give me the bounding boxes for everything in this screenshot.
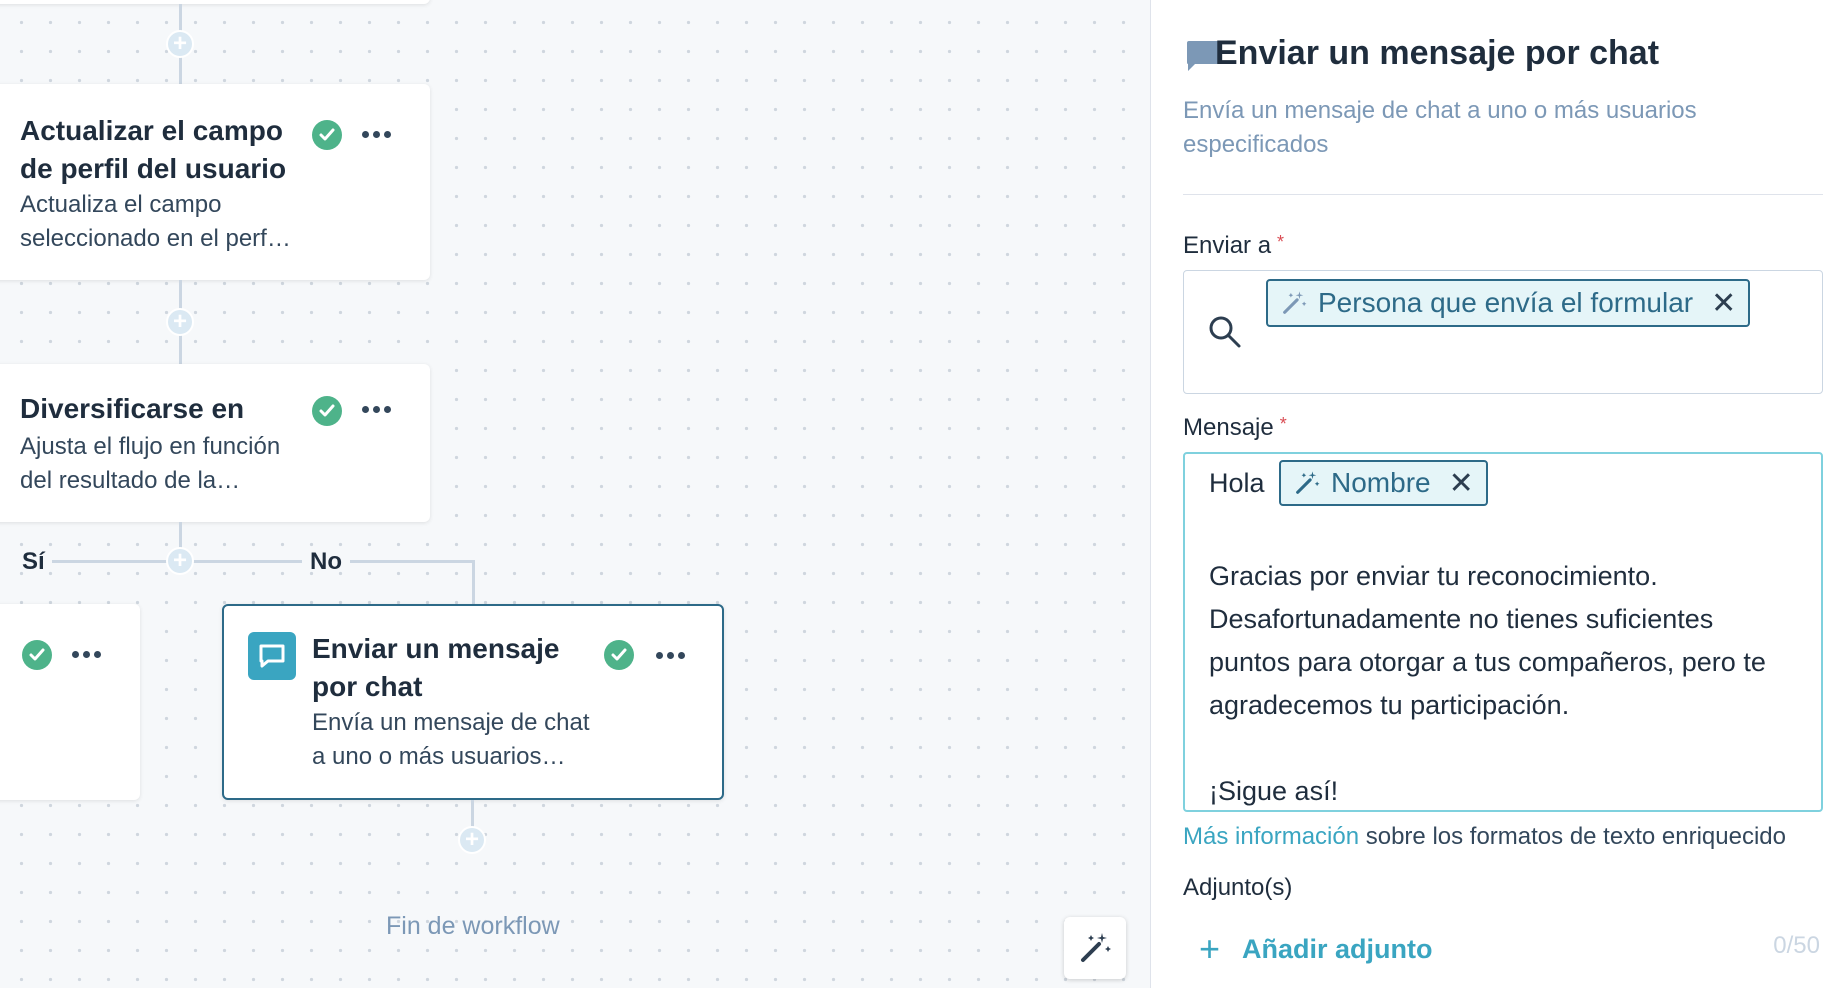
required-marker: * <box>1279 414 1287 434</box>
message-line: Desafortunadamente no tienes suficientes <box>1209 604 1714 634</box>
card-description: Ajusta el flujo en función del resultado… <box>20 433 281 494</box>
workflow-canvas[interactable]: + Actualizar el campo de perfil del usua… <box>0 0 1150 988</box>
check-icon <box>312 120 342 150</box>
end-of-workflow-label: Fin de workflow <box>386 912 560 940</box>
branch-label-yes: Sí <box>22 548 45 575</box>
magic-wand-icon <box>1081 933 1111 962</box>
message-line: Gracias por enviar tu reconocimiento. <box>1209 561 1658 591</box>
more-options-icon[interactable] <box>72 651 101 658</box>
add-step-button[interactable]: + <box>166 30 194 58</box>
branch-line <box>472 560 475 604</box>
name-token[interactable]: Nombre ✕ <box>1279 460 1488 506</box>
add-step-button[interactable]: + <box>166 308 194 336</box>
search-icon <box>1209 316 1241 348</box>
recipient-token-label: Persona que envía el formular <box>1318 287 1694 318</box>
chat-icon <box>248 632 296 680</box>
card-title: Enviar un mensaje por chat <box>312 633 560 702</box>
workflow-card-branch[interactable]: Diversificarse en Ajusta el flujo en fun… <box>0 364 430 522</box>
workflow-card-update-profile[interactable]: Actualizar el campo de perfil del usuari… <box>0 84 430 280</box>
card-title: Diversificarse en <box>20 393 245 424</box>
branch-label-no: No <box>310 548 342 575</box>
message-line: agradecemos tu participación. <box>1209 690 1570 720</box>
step-settings-panel: Enviar un mensaje por chat Envía un mens… <box>1150 0 1842 988</box>
help-text: sobre los formatos de texto enriquecido <box>1365 823 1786 850</box>
plus-icon: + <box>1199 928 1221 969</box>
remove-token-icon[interactable]: ✕ <box>1449 466 1474 501</box>
panel-description: Envía un mensaje de chat a uno o más usu… <box>1183 97 1697 158</box>
message-line: puntos para otorgar a tus compañeros, pe… <box>1209 647 1766 677</box>
panel-title: Enviar un mensaje por chat <box>1215 34 1660 72</box>
send-to-label: Enviar a * <box>1183 232 1285 259</box>
magic-wand-icon <box>1293 469 1321 497</box>
divider <box>1183 194 1823 195</box>
card-title: Actualizar el campo de perfil del usuari… <box>20 115 287 184</box>
name-token-label: Nombre <box>1331 467 1431 498</box>
required-marker: * <box>1277 232 1285 252</box>
more-options-icon[interactable] <box>362 131 391 138</box>
attachments-label: Adjunto(s) <box>1183 874 1293 901</box>
message-editor[interactable]: Hola Nombre ✕ Gracias por enviar tu reco… <box>1183 452 1823 812</box>
add-step-button[interactable]: + <box>458 826 486 854</box>
add-step-button[interactable]: + <box>166 547 194 575</box>
card-description: Actualiza el campo seleccionado en el pe… <box>20 191 291 252</box>
check-icon <box>312 396 342 426</box>
workflow-card-yes-branch[interactable] <box>0 604 140 800</box>
send-to-field[interactable]: Persona que envía el formular ✕ <box>1183 270 1823 394</box>
card-description: Envía un mensaje de chat a uno o más usu… <box>312 709 590 770</box>
remove-token-icon[interactable]: ✕ <box>1711 286 1736 321</box>
add-attachment-label: Añadir adjunto <box>1242 933 1433 964</box>
magic-wand-button[interactable] <box>1064 917 1126 979</box>
more-info-link[interactable]: Más información <box>1183 823 1359 850</box>
attachment-counter: 0/50 <box>1773 932 1820 959</box>
magic-wand-icon <box>1280 289 1308 317</box>
recipient-token[interactable]: Persona que envía el formular ✕ <box>1266 279 1751 327</box>
rich-text-help: Más información sobre los formatos de te… <box>1183 823 1786 851</box>
more-options-icon[interactable] <box>362 406 391 413</box>
workflow-card-send-chat[interactable]: Enviar un mensaje por chat Envía un mens… <box>222 604 724 800</box>
branch-line <box>350 560 474 563</box>
message-line: ¡Sigue así! <box>1209 776 1339 806</box>
message-greeting: Hola <box>1209 468 1265 498</box>
branch-line <box>190 560 302 563</box>
check-icon <box>604 640 634 670</box>
message-label: Mensaje * <box>1183 414 1287 441</box>
check-icon <box>22 640 52 670</box>
workflow-card-previous[interactable] <box>0 0 430 4</box>
add-attachment-button[interactable]: + Añadir adjunto <box>1199 928 1433 970</box>
more-options-icon[interactable] <box>656 652 685 659</box>
branch-line <box>52 560 172 563</box>
